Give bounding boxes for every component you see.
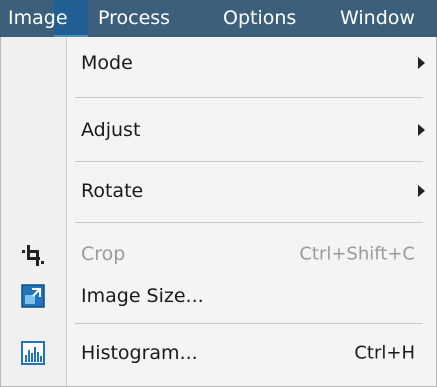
menu-item-rotate[interactable]: Rotate: [1, 169, 437, 213]
menu-window-label: Window: [340, 7, 415, 29]
menu-item-mode-label: Mode: [81, 52, 133, 74]
menu-window[interactable]: Window: [340, 0, 415, 37]
submenu-arrow-icon: [418, 124, 425, 136]
menu-item-rotate-label: Rotate: [81, 180, 144, 202]
menu-item-crop[interactable]: Crop Ctrl+Shift+C: [1, 232, 437, 276]
menu-image[interactable]: Image: [0, 0, 88, 37]
menu-image-label: Image: [8, 7, 68, 29]
histogram-icon: [21, 341, 45, 365]
menu-separator: [75, 323, 423, 324]
menu-item-adjust[interactable]: Adjust: [1, 108, 437, 152]
image-menu-dropdown: Mode Adjust Rotate Crop Ctrl+Shift+C Ima…: [0, 37, 437, 387]
menu-item-histogram-label: Histogram...: [81, 342, 198, 364]
menu-item-histogram-shortcut: Ctrl+H: [354, 342, 415, 364]
menu-item-crop-label: Crop: [81, 243, 126, 265]
submenu-arrow-icon: [418, 185, 425, 197]
menu-process[interactable]: Process: [98, 0, 170, 37]
menu-item-image-size-label: Image Size...: [81, 285, 204, 307]
menu-process-label: Process: [98, 7, 171, 29]
menu-item-mode[interactable]: Mode: [1, 41, 437, 85]
menu-separator: [75, 97, 423, 98]
menu-separator: [75, 222, 423, 223]
menu-item-histogram[interactable]: Histogram... Ctrl+H: [1, 331, 437, 375]
menu-item-adjust-label: Adjust: [81, 119, 141, 141]
menu-item-crop-shortcut: Ctrl+Shift+C: [299, 243, 415, 265]
menu-bar: Image Process Options Window: [0, 0, 437, 37]
menu-item-image-size[interactable]: Image Size...: [1, 274, 437, 318]
menu-separator: [75, 161, 423, 162]
crop-icon: [21, 242, 45, 266]
image-size-icon: [21, 284, 45, 308]
menu-options[interactable]: Options: [223, 0, 296, 37]
submenu-arrow-icon: [418, 57, 425, 69]
menu-options-label: Options: [223, 7, 297, 29]
